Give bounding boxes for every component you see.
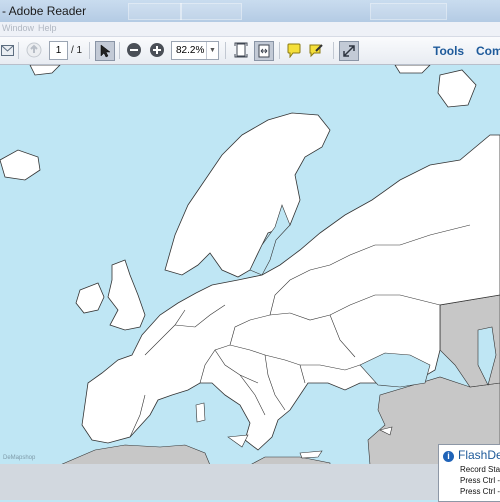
background-tab (180, 3, 242, 20)
zoom-out-button[interactable] (125, 41, 143, 59)
zoom-in-icon (150, 43, 164, 57)
toolbar: 1 / 1 82.2% ▼ Tools Com (0, 37, 500, 65)
map-watermark: DeMapshop (3, 455, 36, 461)
previous-page-button[interactable] (25, 41, 43, 59)
email-icon (0, 44, 14, 56)
toolbar-separator (333, 42, 334, 59)
europe-map: DeMapshop (0, 65, 500, 465)
window-title: - Adobe Reader (2, 4, 87, 18)
chevron-down-icon[interactable]: ▼ (206, 42, 218, 59)
popup-app-name: FlashDen (458, 448, 500, 462)
expand-button[interactable] (339, 41, 359, 61)
sticky-note-icon (287, 43, 301, 58)
page-number-input[interactable]: 1 (49, 41, 68, 60)
toolbar-separator (225, 42, 226, 59)
select-tool-icon (100, 44, 111, 58)
menu-bar: Window Help (0, 22, 500, 37)
menu-window[interactable]: Window (2, 23, 34, 33)
email-button[interactable] (0, 41, 14, 59)
highlight-icon (309, 43, 323, 57)
toolbar-separator (89, 42, 90, 59)
highlight-button[interactable] (307, 41, 325, 59)
title-bar: - Adobe Reader (0, 0, 500, 22)
tools-link[interactable]: Tools (433, 44, 464, 58)
prev-page-icon (26, 42, 42, 58)
page-total: / 1 (71, 45, 83, 56)
zoom-value: 82.2% (176, 45, 205, 56)
background-tab (370, 3, 447, 20)
zoom-in-button[interactable] (148, 41, 166, 59)
toolbar-separator (18, 42, 19, 59)
toolbar-separator (119, 42, 120, 59)
notification-popup[interactable]: i FlashDen Record Star Press Ctrl - Pres… (438, 444, 500, 502)
sardinia (195, 402, 206, 423)
comment-link[interactable]: Com (476, 44, 500, 58)
fit-width-button[interactable] (254, 41, 274, 61)
popup-line: Press Ctrl - (460, 487, 500, 496)
zoom-out-icon (127, 43, 141, 57)
sticky-note-button[interactable] (285, 41, 303, 59)
fit-page-button[interactable] (232, 41, 250, 59)
info-icon: i (443, 451, 454, 462)
fit-page-icon (234, 42, 248, 58)
taskbar (0, 464, 500, 500)
fit-width-icon (258, 44, 270, 58)
expand-icon (343, 45, 355, 57)
popup-line: Record Star (460, 465, 500, 474)
menu-help[interactable]: Help (38, 23, 57, 33)
select-tool-button[interactable] (95, 41, 115, 61)
background-tab (128, 3, 182, 20)
popup-line: Press Ctrl - (460, 476, 500, 485)
toolbar-separator (279, 42, 280, 59)
zoom-select[interactable]: 82.2% ▼ (171, 41, 219, 60)
